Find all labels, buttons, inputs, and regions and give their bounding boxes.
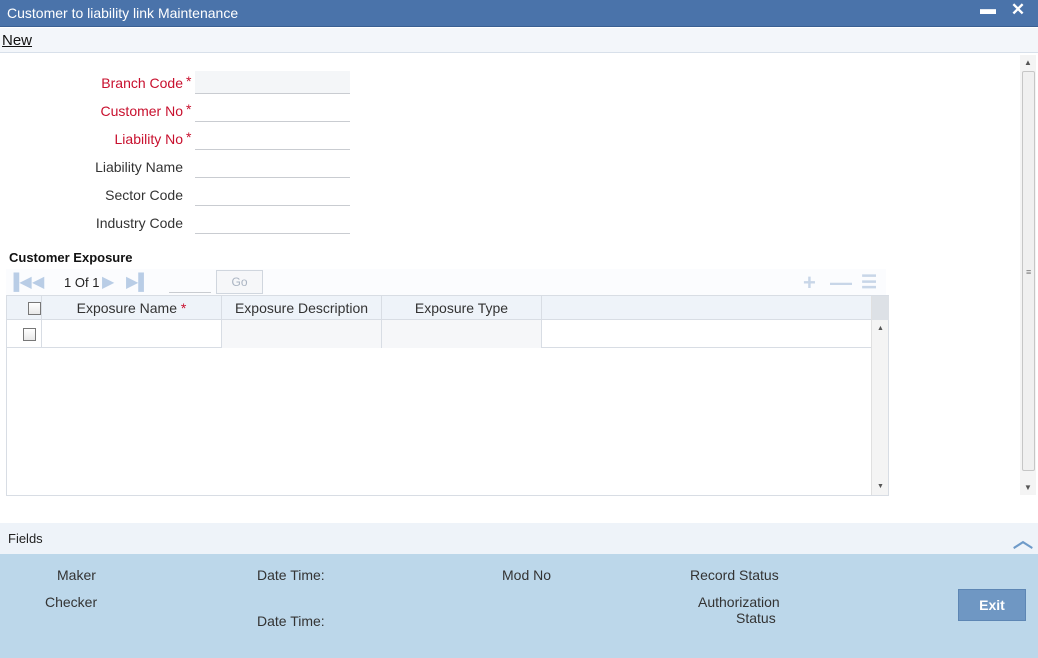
minimize-icon[interactable]: ▬ [980,1,996,19]
column-exposure-description: Exposure Description [222,296,382,320]
exposure-grid: Exposure Name * Exposure Description Exp… [6,295,889,496]
maker-date-time-label: Date Time: [257,567,325,583]
of-label: Of [74,275,89,290]
exposure-type-cell [382,320,542,348]
title-bar: Customer to liability link Maintenance ▬… [0,0,1038,27]
menu-bar: New [0,28,1038,53]
new-link[interactable]: New [2,32,32,49]
mod-no-label: Mod No [502,567,552,583]
grid-scroll-down-icon[interactable]: ▼ [877,483,884,490]
row-checkbox[interactable] [23,328,36,341]
required-marker: * [186,129,192,145]
required-marker: * [180,300,187,316]
prev-page-icon[interactable]: ◀ [32,272,44,292]
checker-label: Checker [45,594,98,610]
fields-bar: Fields ︿ [0,523,1038,554]
scroll-down-arrow-icon[interactable]: ▼ [1024,483,1032,492]
customer-no-field[interactable] [195,99,350,122]
page-indicator: 1 Of 1 [64,275,99,290]
section-title: Customer Exposure [9,250,133,265]
industry-code-field[interactable] [195,211,350,234]
delete-row-icon[interactable]: — [830,270,852,296]
close-icon[interactable]: ✕ [1010,0,1026,20]
customer-no-label: Customer No [100,103,183,119]
authorization-status-label: Status [736,610,776,626]
grid-scroll-up-icon[interactable]: ▲ [877,325,884,332]
liability-no-label: Liability No [114,131,183,147]
header-select-all [7,296,42,320]
sector-code-label: Sector Code [105,187,183,203]
go-button[interactable]: Go [216,270,263,294]
first-page-icon[interactable]: ▐◀ [8,272,32,292]
select-all-checkbox[interactable] [28,302,41,315]
liability-no-field[interactable] [195,127,350,150]
grid-scrollbar-header [872,296,889,320]
vertical-scrollbar[interactable]: ▲ ≡ ▼ [1020,55,1036,495]
sector-code-field[interactable] [195,183,350,206]
liability-name-field[interactable] [195,155,350,178]
record-status-label: Record Status [690,567,779,583]
row-select-cell [7,320,42,348]
required-marker: * [186,73,192,89]
column-label: Exposure Name [76,300,178,316]
checker-date-time-label: Date Time: [257,613,325,629]
window-title: Customer to liability link Maintenance [7,5,239,21]
page-number-input[interactable] [169,273,211,293]
grid-scrollbar[interactable]: ▲ ▼ [871,296,889,495]
single-view-icon[interactable]: ☰ [861,272,877,293]
grip-icon: ≡ [1026,267,1032,277]
required-marker: * [186,101,192,117]
scroll-thumb[interactable]: ≡ [1022,71,1035,471]
exposure-description-cell [222,320,382,348]
column-exposure-name: Exposure Name * [42,296,222,320]
column-exposure-type: Exposure Type [382,296,542,320]
grid-toolbar: ▐◀ ◀ 1 Of 1 ▶ ▶▌ Go + — ☰ [6,269,886,295]
last-page-icon[interactable]: ▶▌ [126,272,150,292]
branch-code-field[interactable] [195,71,350,94]
next-page-icon[interactable]: ▶ [102,272,114,292]
liability-name-label: Liability Name [95,159,183,175]
maker-label: Maker [57,567,96,583]
add-row-icon[interactable]: + [803,270,816,296]
total-pages: 1 [92,275,100,290]
column-filler [542,296,872,320]
table-row[interactable] [7,320,872,348]
current-page: 1 [64,275,72,290]
fields-label[interactable]: Fields [8,531,43,546]
branch-code-label: Branch Code [101,75,183,91]
industry-code-label: Industry Code [95,215,183,231]
exposure-name-cell[interactable] [42,320,222,348]
grid-header: Exposure Name * Exposure Description Exp… [7,296,872,320]
authorization-label: Authorization [698,594,780,610]
chevron-up-icon[interactable]: ︿ [1013,524,1033,553]
exit-button[interactable]: Exit [958,589,1026,621]
scroll-up-arrow-icon[interactable]: ▲ [1024,58,1032,67]
